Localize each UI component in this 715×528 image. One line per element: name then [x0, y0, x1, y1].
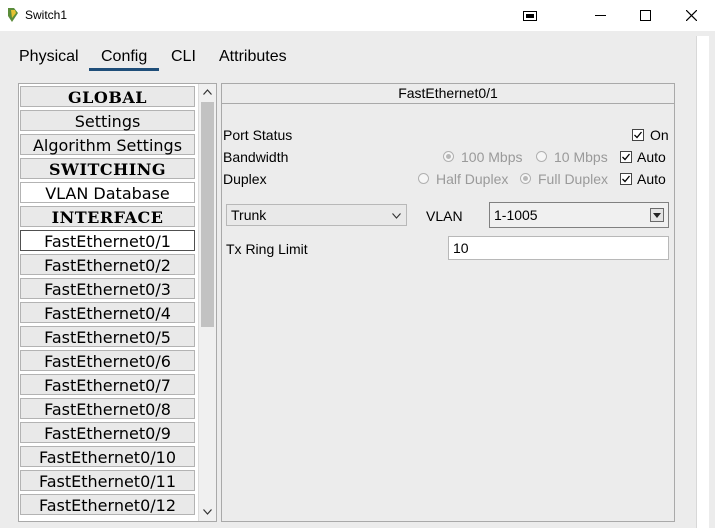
scroll-down-button[interactable]: [199, 504, 216, 520]
sidebar-item-fastethernet0-5[interactable]: FastEthernet0/5: [20, 326, 195, 347]
close-button[interactable]: [668, 0, 714, 31]
chevron-down-icon: [203, 509, 212, 515]
bandwidth-10-label: 10 Mbps: [554, 149, 608, 165]
switch-app-icon: [8, 8, 18, 22]
sidebar-item-fastethernet0-4[interactable]: FastEthernet0/4: [20, 302, 195, 323]
duplex-auto-checkbox[interactable]: [620, 173, 632, 185]
bandwidth-auto-label: Auto: [637, 149, 666, 165]
bandwidth-100-radio[interactable]: [443, 151, 454, 162]
sidebar-item-fastethernet0-12[interactable]: FastEthernet0/12: [20, 494, 195, 515]
sidebar-item-fastethernet0-1[interactable]: FastEthernet0/1: [20, 230, 195, 251]
minimize-button[interactable]: [577, 0, 623, 31]
config-sidebar: GLOBAL Settings Algorithm Settings SWITC…: [18, 83, 217, 522]
port-status-on-label: On: [650, 127, 669, 143]
tab-bar: Physical Config CLI Attributes: [0, 31, 715, 73]
chevron-up-icon: [203, 89, 212, 95]
vlan-dropdown-button[interactable]: [650, 208, 664, 222]
half-duplex-radio[interactable]: [418, 173, 429, 184]
sidebar-item-settings[interactable]: Settings: [20, 110, 195, 131]
sidebar-item-vlan-database[interactable]: VLAN Database: [20, 182, 195, 203]
tx-ring-limit-label: Tx Ring Limit: [226, 241, 308, 257]
active-tab-indicator: [89, 68, 159, 71]
sidebar-header-interface: INTERFACE: [20, 206, 195, 227]
sidebar-scrollbar[interactable]: [198, 84, 216, 521]
sidebar-item-fastethernet0-2[interactable]: FastEthernet0/2: [20, 254, 195, 275]
sidebar-item-fastethernet0-6[interactable]: FastEthernet0/6: [20, 350, 195, 371]
port-mode-value: Trunk: [231, 207, 267, 223]
scroll-thumb[interactable]: [201, 102, 214, 327]
checkmark-icon: [622, 153, 631, 161]
window-title: Switch1: [25, 8, 68, 22]
sidebar-item-fastethernet0-7[interactable]: FastEthernet0/7: [20, 374, 195, 395]
full-duplex-label: Full Duplex: [538, 171, 609, 187]
sidebar-header-switching: SWITCHING: [20, 158, 195, 179]
duplex-auto-label: Auto: [637, 171, 666, 187]
bandwidth-100-label: 100 Mbps: [461, 149, 523, 165]
tab-cli[interactable]: CLI: [171, 48, 196, 66]
interface-config-panel: FastEthernet0/1 Port Status On Bandwidth…: [221, 83, 675, 522]
sidebar-item-fastethernet0-9[interactable]: FastEthernet0/9: [20, 422, 195, 443]
sidebar-item-fastethernet0-11[interactable]: FastEthernet0/11: [20, 470, 195, 491]
vlan-select[interactable]: 1-1005: [489, 202, 669, 228]
half-duplex-label: Half Duplex: [436, 171, 509, 187]
checkmark-icon: [634, 131, 643, 139]
port-status-label: Port Status: [223, 127, 293, 143]
restore-layout-button[interactable]: [507, 0, 553, 31]
full-duplex-radio[interactable]: [520, 173, 531, 184]
port-status-checkbox[interactable]: [632, 129, 644, 141]
maximize-button[interactable]: [622, 0, 668, 31]
outer-scroll-area: [696, 36, 709, 528]
tx-ring-limit-input[interactable]: 10: [448, 236, 669, 260]
sidebar-item-fastethernet0-10[interactable]: FastEthernet0/10: [20, 446, 195, 467]
port-mode-select[interactable]: Trunk: [226, 204, 407, 226]
chevron-down-icon: [392, 213, 401, 219]
interface-title: FastEthernet0/1: [222, 84, 674, 104]
minimize-icon: [594, 14, 606, 16]
checkmark-icon: [622, 175, 631, 183]
sidebar-item-algorithm-settings[interactable]: Algorithm Settings: [20, 134, 195, 155]
vlan-value: 1-1005: [494, 207, 538, 223]
scroll-up-button[interactable]: [199, 84, 216, 100]
sidebar-item-fastethernet0-8[interactable]: FastEthernet0/8: [20, 398, 195, 419]
tab-attributes[interactable]: Attributes: [219, 48, 287, 66]
sidebar-item-fastethernet0-3[interactable]: FastEthernet0/3: [20, 278, 195, 299]
vlan-label: VLAN: [426, 208, 463, 224]
sidebar-header-global: GLOBAL: [20, 86, 195, 107]
maximize-icon: [639, 10, 651, 21]
dropdown-arrow-icon: [653, 212, 661, 218]
duplex-label: Duplex: [223, 171, 267, 187]
bandwidth-auto-checkbox[interactable]: [620, 151, 632, 163]
tab-physical[interactable]: Physical: [19, 48, 79, 66]
bandwidth-label: Bandwidth: [223, 149, 289, 165]
tx-ring-limit-value: 10: [453, 240, 469, 256]
window-layout-icon: [523, 10, 537, 21]
title-bar: Switch1: [0, 0, 715, 31]
bandwidth-10-radio[interactable]: [536, 151, 547, 162]
tab-config[interactable]: Config: [101, 48, 147, 66]
close-icon: [685, 10, 697, 21]
